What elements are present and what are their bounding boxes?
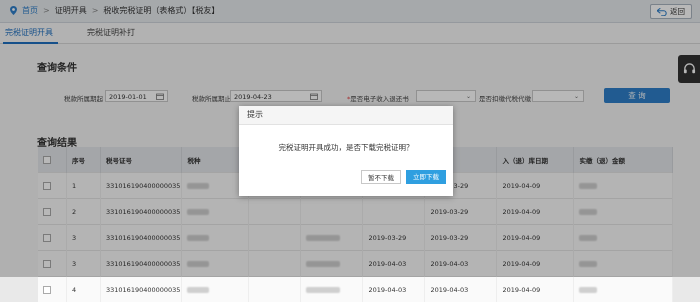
row-period-start: 2019-04-03 <box>363 277 425 302</box>
dialog-title: 提示 <box>239 106 453 125</box>
row-tax-id: 331016190400000035 <box>101 277 182 302</box>
not-now-button[interactable]: 暂不下载 <box>361 170 401 184</box>
row-amount <box>574 277 673 302</box>
confirm-dialog: 提示 完税证明开具成功，是否下载完税证明？ 暂不下载 立即下载 <box>239 106 453 196</box>
row-blank <box>249 277 301 302</box>
redacted-text <box>579 287 597 293</box>
row-number: 4 <box>67 277 101 302</box>
row-tax-type <box>182 277 249 302</box>
row-checkbox[interactable] <box>43 286 51 294</box>
dialog-message: 完税证明开具成功，是否下载完税证明？ <box>239 142 453 153</box>
table-row[interactable]: 4 331016190400000035 2019-04-03 2019-04-… <box>38 277 673 302</box>
row-period-end: 2019-04-03 <box>425 277 497 302</box>
redacted-text <box>187 287 209 293</box>
row-date: 2019-04-09 <box>497 277 574 302</box>
row-item <box>301 277 363 302</box>
download-now-button[interactable]: 立即下载 <box>406 170 446 184</box>
redacted-text <box>306 287 340 293</box>
row-checkbox-cell[interactable] <box>38 277 67 302</box>
